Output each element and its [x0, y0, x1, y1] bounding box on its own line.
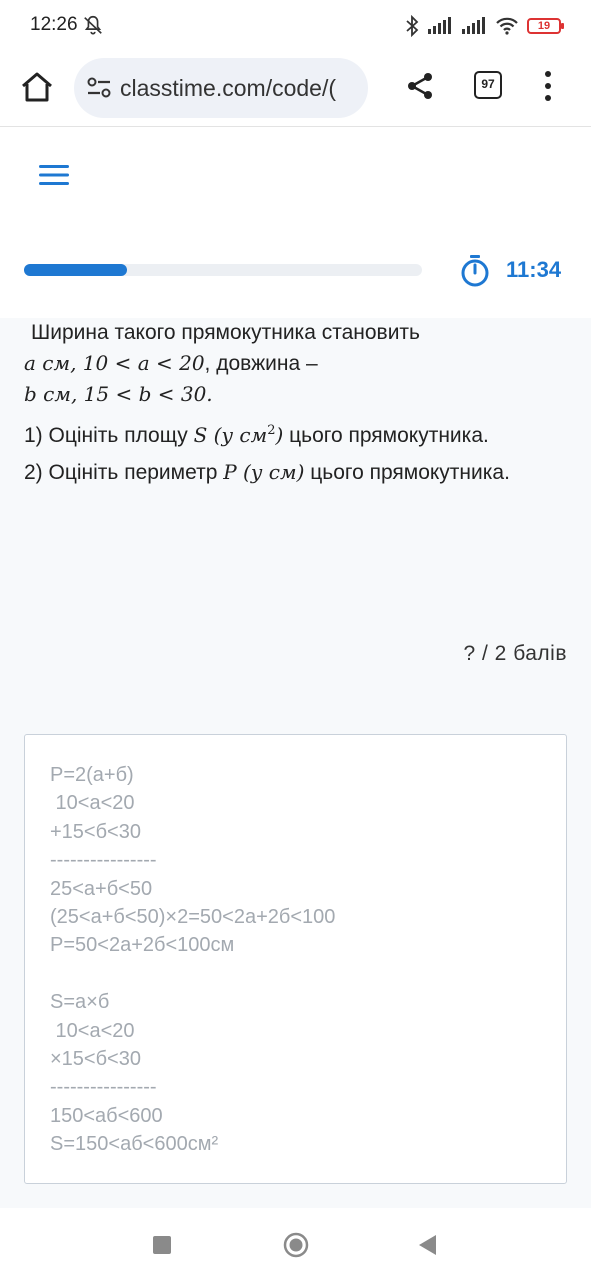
question-text: Ширина такого прямокутника становить a с…	[24, 318, 564, 488]
answer-line[interactable]: S=a×б	[50, 991, 109, 1013]
math-expression: a см, 10 < a < 20	[24, 351, 205, 375]
timer-text: 11:34	[506, 257, 562, 282]
answer-line[interactable]: P=2(a+б)	[50, 764, 134, 786]
status-icons: 19	[405, 12, 564, 40]
tab-switcher-button[interactable]: 97	[474, 71, 502, 99]
score-label: ? / 2 балів	[463, 642, 567, 665]
math-variable: P	[223, 460, 237, 484]
answer-line[interactable]: (25<a+б<50)×2=50<2a+2б<100	[50, 906, 335, 928]
progress-bar-fill	[24, 264, 128, 276]
question-area: Ширина такого прямокутника становить a с…	[0, 318, 591, 1208]
bluetooth-icon	[406, 15, 419, 37]
answer-line[interactable]: P=50<2a+2б<100см	[50, 934, 234, 956]
home-icon[interactable]	[18, 68, 56, 106]
answer-line[interactable]: +15<б<30	[50, 821, 141, 843]
question-line: , довжина –	[204, 352, 318, 375]
nav-back-icon[interactable]	[416, 1233, 438, 1257]
answer-line[interactable]: S=150<aб<600см²	[50, 1133, 218, 1155]
url-text[interactable]: classtime.com/code/(	[120, 75, 336, 102]
battery-icon: 19	[527, 18, 564, 34]
bell-off-icon	[84, 15, 102, 35]
recents-button[interactable]	[153, 1236, 171, 1254]
more-menu-icon[interactable]	[538, 69, 558, 103]
answer-line[interactable]: 150<aб<600	[50, 1105, 163, 1127]
answer-line[interactable]: ----------------	[50, 849, 157, 871]
answer-line[interactable]: ×15<б<30	[50, 1048, 141, 1070]
question-line: Ширина такого прямокутника становить	[31, 321, 420, 344]
answer-line[interactable]: ----------------	[50, 1076, 157, 1098]
answer-line[interactable]: 10<a<20	[50, 1020, 135, 1042]
math-unit: (у см	[207, 423, 268, 447]
hamburger-menu-icon[interactable]	[38, 162, 70, 188]
math-unit: (у см)	[236, 460, 305, 484]
answer-text[interactable]: P=2(a+б) 10<a<20 +15<б<30 --------------…	[50, 761, 335, 1159]
system-nav-bar	[0, 1208, 591, 1280]
status-bar: 12:26 19	[0, 0, 591, 52]
math-variable: S	[193, 423, 208, 447]
browser-toolbar: classtime.com/code/( 97	[0, 52, 591, 127]
signal-icon	[428, 17, 451, 34]
share-icon[interactable]	[404, 70, 436, 102]
math-expression: b см, 15 < b < 30.	[24, 382, 213, 406]
answer-textarea[interactable]: P=2(a+б) 10<a<20 +15<б<30 --------------…	[24, 734, 567, 1184]
question-item-2: 2) Оцініть периметр P (у см) цього прямо…	[24, 460, 510, 484]
site-settings-icon[interactable]	[86, 76, 112, 100]
signal-icon	[462, 17, 485, 34]
progress-bar	[24, 264, 422, 276]
question-item-1: 1) Оцініть площу S (у см2) цього прямоку…	[24, 423, 489, 447]
answer-line[interactable]: 25<a+б<50	[50, 878, 152, 900]
status-time: 12:26	[30, 14, 78, 35]
address-bar[interactable]: classtime.com/code/(	[74, 58, 368, 118]
wifi-icon	[496, 17, 518, 35]
answer-line[interactable]: 10<a<20	[50, 792, 135, 814]
stopwatch-icon	[461, 255, 489, 287]
nav-home-icon[interactable]	[283, 1232, 309, 1258]
